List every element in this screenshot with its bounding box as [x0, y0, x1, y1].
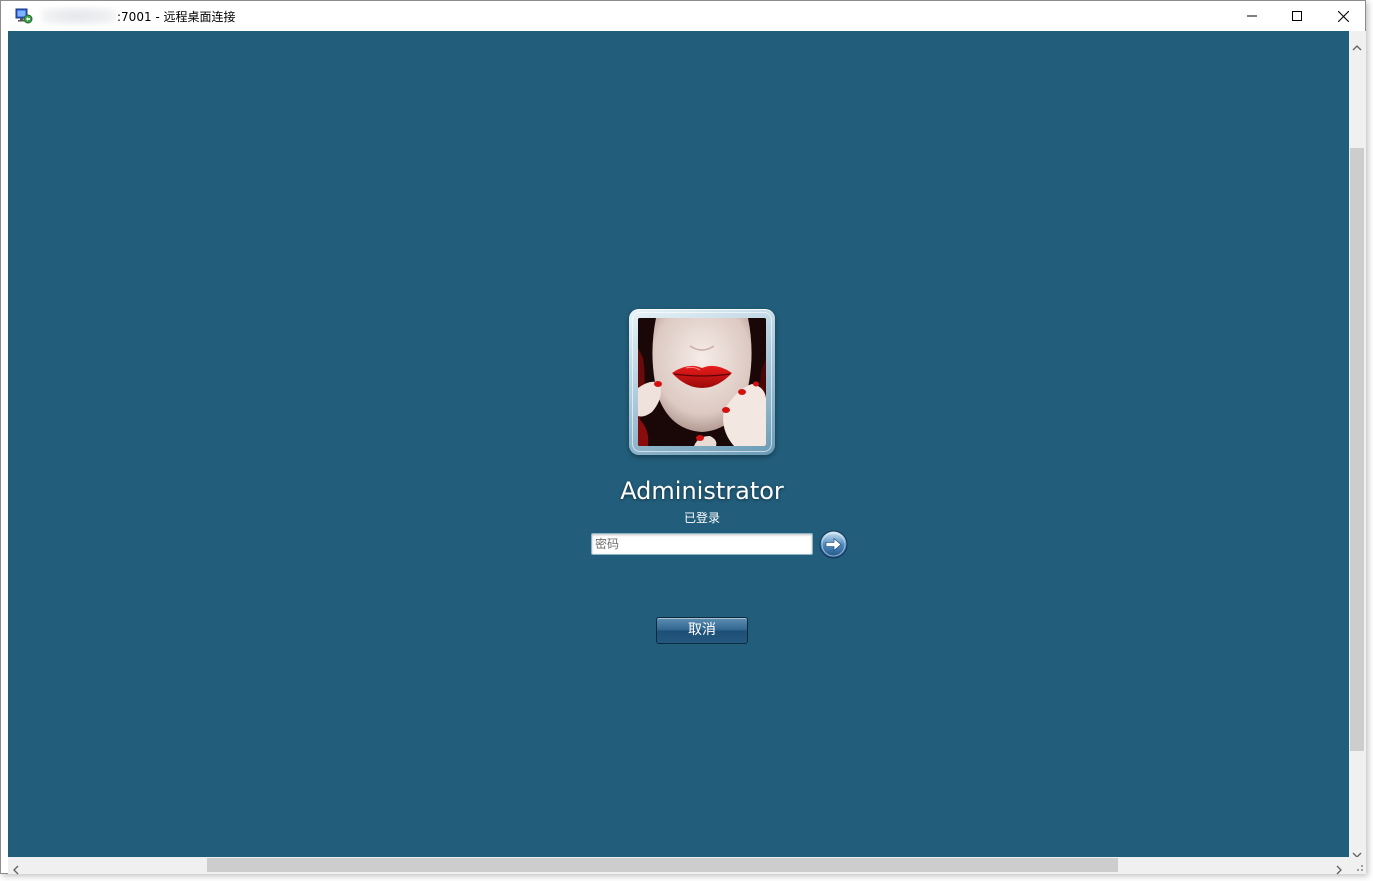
- user-status: 已登录: [683, 511, 720, 525]
- minimize-button[interactable]: [1229, 1, 1275, 31]
- resize-grip[interactable]: [1349, 857, 1366, 874]
- horizontal-scrollbar[interactable]: [8, 857, 1349, 875]
- scroll-right-icon[interactable]: [1336, 860, 1342, 879]
- close-button[interactable]: [1320, 1, 1366, 31]
- vertical-scrollbar[interactable]: [1349, 31, 1366, 858]
- minimize-icon: [1247, 11, 1257, 21]
- user-name: Administrator: [620, 477, 784, 505]
- user-tile-frame: [629, 309, 775, 455]
- resize-grip-icon: [1357, 865, 1363, 871]
- arrow-right-icon: [819, 530, 848, 562]
- remote-desktop-window: :7001 - 远程桌面连接 Administrator 已登录 取消: [0, 0, 1366, 875]
- close-icon: [1337, 10, 1349, 22]
- horizontal-scroll-thumb[interactable]: [207, 858, 1118, 872]
- submit-login-button[interactable]: [819, 530, 848, 559]
- title-bar[interactable]: :7001 - 远程桌面连接: [1, 1, 1365, 31]
- vertical-scroll-thumb[interactable]: [1350, 148, 1364, 751]
- remote-desktop-app-icon: [15, 8, 33, 24]
- remote-desktop-session[interactable]: Administrator 已登录 取消: [8, 31, 1349, 857]
- cancel-button[interactable]: 取消: [656, 617, 748, 644]
- user-avatar: [638, 318, 766, 446]
- maximize-button[interactable]: [1274, 1, 1320, 31]
- window-title: :7001 - 远程桌面连接: [117, 10, 236, 24]
- scroll-left-icon[interactable]: [13, 860, 19, 879]
- maximize-icon: [1292, 11, 1302, 21]
- password-input[interactable]: [591, 533, 813, 555]
- scroll-up-icon[interactable]: [1352, 36, 1362, 55]
- hidden-host-address: [41, 7, 117, 25]
